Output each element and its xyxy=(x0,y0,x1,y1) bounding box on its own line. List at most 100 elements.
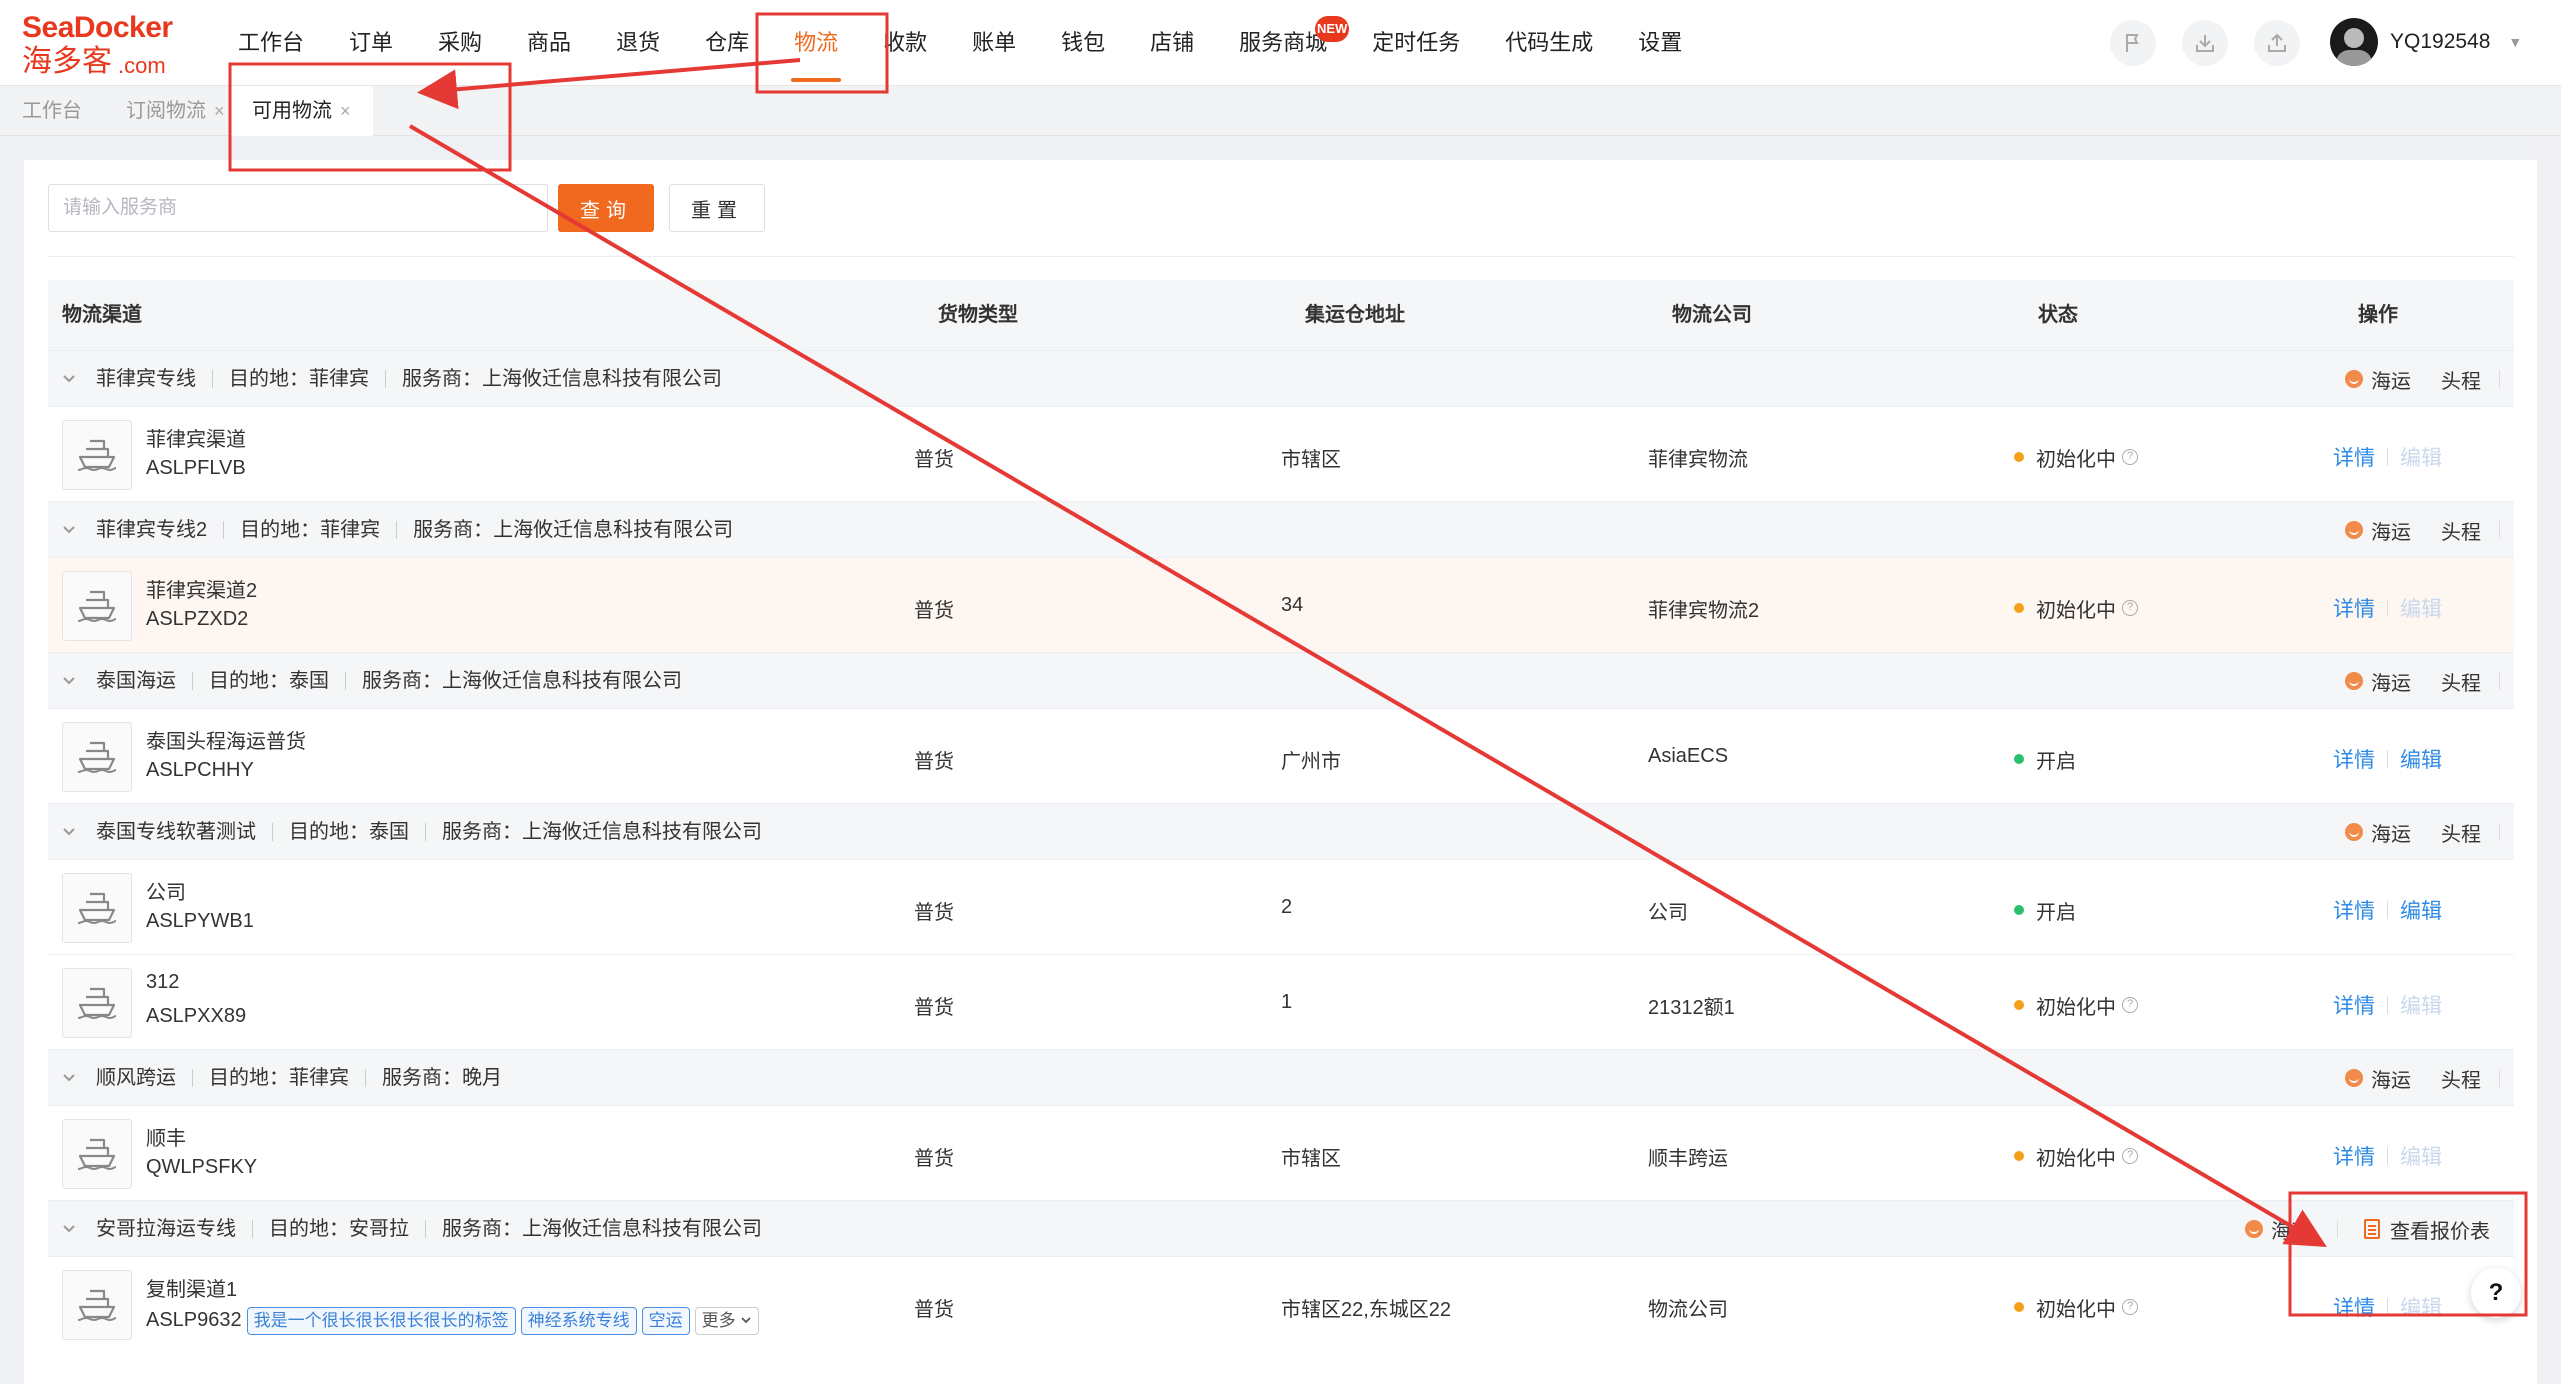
logistics-company: 菲律宾物流2 xyxy=(1648,599,1760,622)
cargo-type: 普货 xyxy=(914,1147,954,1170)
reset-button[interactable]: 重置 xyxy=(669,184,765,232)
more-tags-dropdown[interactable]: 更多 xyxy=(694,1306,759,1335)
detail-link[interactable]: 详情 xyxy=(2333,593,2375,623)
nav-item-5[interactable]: 仓库 xyxy=(687,0,767,86)
channel-tag: 我是一个很长很长很长很长的标签 xyxy=(246,1306,516,1335)
view-quote-label: 查看报价表 xyxy=(2390,1220,2490,1243)
nav-item-3[interactable]: 商品 xyxy=(509,0,589,86)
separator xyxy=(212,370,213,388)
help-button[interactable]: ? xyxy=(2471,1268,2521,1318)
tab-2[interactable]: 可用物流 × xyxy=(230,86,373,136)
nav-item-8[interactable]: 账单 xyxy=(954,0,1034,86)
separator xyxy=(2499,672,2500,690)
dest-label: 目的地： xyxy=(269,1218,349,1240)
help-circle-icon[interactable]: ? xyxy=(2122,1148,2138,1164)
status-dot xyxy=(2014,905,2024,915)
help-circle-icon[interactable]: ? xyxy=(2122,449,2138,465)
nav-item-7[interactable]: 收款 xyxy=(865,0,945,86)
page-scrollbar[interactable] xyxy=(2540,136,2550,1384)
flag-button[interactable] xyxy=(2110,20,2156,66)
close-icon[interactable]: × xyxy=(214,101,225,121)
group-info: 菲律宾专线 目的地： 菲律宾 服务商： 上海攸迁信息科技有限公司 xyxy=(62,351,722,407)
query-button[interactable]: 查询 xyxy=(558,184,654,232)
user-menu[interactable]: YQ192548 ▼ xyxy=(2330,18,2522,66)
row-actions: 详情 编辑 xyxy=(2333,1141,2442,1171)
nav-item-label: 仓库 xyxy=(705,30,750,55)
logo-cn-name: 海多客 xyxy=(22,45,112,78)
detail-link[interactable]: 详情 xyxy=(2333,744,2375,774)
close-icon[interactable]: × xyxy=(340,101,351,121)
group-name: 泰国海运 xyxy=(96,670,176,692)
nav-item-0[interactable]: 工作台 xyxy=(220,0,322,86)
tab-1[interactable]: 订阅物流 × xyxy=(104,86,247,136)
group-provider: 上海攸迁信息科技有限公司 xyxy=(442,670,682,692)
detail-link[interactable]: 详情 xyxy=(2333,442,2375,472)
chevron-down-icon[interactable] xyxy=(62,523,76,537)
view-quote-button[interactable]: 查看报价表 xyxy=(2364,1215,2490,1244)
group-destination: 菲律宾 xyxy=(309,368,369,390)
chevron-down-icon[interactable] xyxy=(62,1071,76,1085)
upload-button[interactable] xyxy=(2254,20,2300,66)
nav-item-label: 商品 xyxy=(527,30,572,55)
nav-item-2[interactable]: 采购 xyxy=(420,0,500,86)
nav-item-14[interactable]: 设置 xyxy=(1620,0,1700,86)
more-label: 更多 xyxy=(701,1310,736,1330)
ship-icon xyxy=(77,590,117,622)
row-actions: 详情 编辑 xyxy=(2333,593,2442,623)
separator xyxy=(425,1220,426,1238)
provider-label: 服务商： xyxy=(382,1067,462,1089)
tab-0[interactable]: 工作台 xyxy=(0,86,104,136)
help-circle-icon[interactable]: ? xyxy=(2122,600,2138,616)
group-name: 菲律宾专线 xyxy=(96,368,196,390)
download-button[interactable] xyxy=(2182,20,2228,66)
table-row: 顺丰 QWLPSFKY 普货 市辖区 顺丰跨运 初始化中? 详情 编辑 xyxy=(48,1105,2514,1200)
nav-item-10[interactable]: 店铺 xyxy=(1132,0,1212,86)
status-indicator: 初始化中? xyxy=(2014,443,2138,472)
channel-thumbnail xyxy=(62,419,132,490)
sea-freight-label: 海运 xyxy=(2371,823,2411,846)
status-text: 初始化中 xyxy=(2036,1298,2116,1321)
chevron-down-icon[interactable] xyxy=(62,372,76,386)
chevron-down-icon[interactable] xyxy=(62,1222,76,1236)
nav-item-11[interactable]: 服务商城 NEW xyxy=(1221,0,1350,86)
edit-link[interactable]: 编辑 xyxy=(2400,895,2442,925)
table-row: 公司 ASLPYWB1 普货 2 公司 开启 详情 编辑 xyxy=(48,859,2514,954)
channel-thumbnail xyxy=(62,721,132,792)
status-indicator: 初始化中? xyxy=(2014,1142,2138,1171)
separator xyxy=(2337,1220,2338,1238)
separator xyxy=(2387,995,2388,1014)
nav-item-12[interactable]: 定时任务 xyxy=(1354,0,1478,86)
help-circle-icon[interactable]: ? xyxy=(2122,997,2138,1013)
detail-link[interactable]: 详情 xyxy=(2333,990,2375,1020)
nav-item-1[interactable]: 订单 xyxy=(331,0,411,86)
dest-label: 目的地： xyxy=(209,1067,289,1089)
channel-code-text: ASLPZXD2 xyxy=(146,607,249,630)
logistics-company: 公司 xyxy=(1648,901,1688,924)
status-text: 初始化中 xyxy=(2036,1147,2116,1170)
separator xyxy=(385,370,386,388)
nav-item-9[interactable]: 钱包 xyxy=(1043,0,1123,86)
top-bar: SeaDocker 海多客 .com 工作台 订单 采购 商品 退货 仓库 物流 收款 账单 钱包… xyxy=(0,0,2561,86)
chevron-down-icon[interactable] xyxy=(62,674,76,688)
help-circle-icon[interactable]: ? xyxy=(2122,1299,2138,1315)
group-info: 安哥拉海运专线 目的地： 安哥拉 服务商： 上海攸迁信息科技有限公司 xyxy=(62,1201,762,1257)
channel-code-text: ASLP9632 xyxy=(146,1309,242,1331)
provider-label: 服务商： xyxy=(362,670,442,692)
detail-link[interactable]: 详情 xyxy=(2333,1292,2375,1322)
status-dot xyxy=(2014,603,2024,613)
tab-bar: 工作台 订阅物流 × 可用物流 × xyxy=(0,86,2561,136)
nav-item-13[interactable]: 代码生成 xyxy=(1487,0,1611,86)
provider-search-input[interactable] xyxy=(48,184,548,232)
nav-item-6[interactable]: 物流 xyxy=(776,0,856,86)
logo[interactable]: SeaDocker 海多客 .com xyxy=(22,8,192,78)
channel-code-text: ASLPFLVB xyxy=(146,456,246,479)
detail-link[interactable]: 详情 xyxy=(2333,895,2375,925)
group-row: 顺风跨运 目的地： 菲律宾 服务商： 晚月 海运 头程 xyxy=(48,1049,2514,1105)
chevron-down-icon[interactable] xyxy=(62,825,76,839)
group-row: 泰国海运 目的地： 泰国 服务商： 上海攸迁信息科技有限公司 海运 头程 xyxy=(48,652,2514,708)
group-tags: 海运 头程 xyxy=(2345,351,2500,407)
edit-link[interactable]: 编辑 xyxy=(2400,744,2442,774)
ship-icon xyxy=(77,892,117,924)
detail-link[interactable]: 详情 xyxy=(2333,1141,2375,1171)
nav-item-4[interactable]: 退货 xyxy=(598,0,678,86)
